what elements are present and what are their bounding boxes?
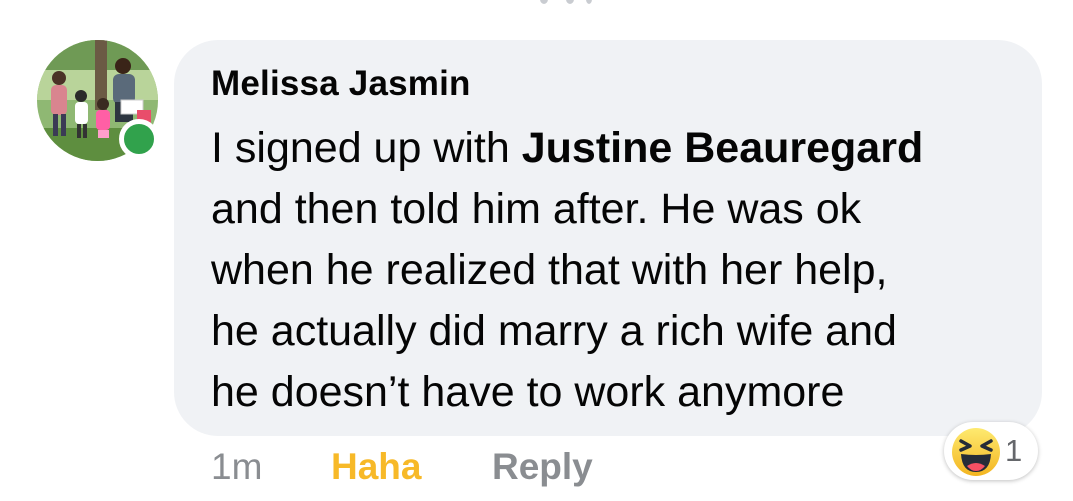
comment-screenshot: Melissa Jasmin I signed up with Justine …: [0, 0, 1073, 501]
comment-line: when he realized that with her help,: [211, 246, 888, 294]
reaction-avatar-fragment: [540, 0, 548, 4]
comment-text: I signed up with Justine Beauregard and …: [211, 118, 1011, 423]
comment-line: I signed up with Justine Beauregard: [211, 118, 1011, 179]
reaction-avatar-fragment: [586, 0, 592, 4]
reaction-count: 1: [1005, 433, 1023, 468]
comment-author-name[interactable]: Melissa Jasmin: [211, 64, 471, 104]
comment-line-text: I signed up with: [211, 124, 522, 172]
comment-line: and then told him after. He was ok: [211, 185, 862, 233]
mentioned-user-link[interactable]: Justine Beauregard: [522, 124, 923, 172]
haha-emoji-icon: [952, 428, 1000, 476]
haha-reaction-button[interactable]: Haha: [331, 446, 421, 488]
comment-line: he actually did marry a rich wife and: [211, 307, 897, 355]
comment-line: he doesn’t have to work anymore: [211, 368, 845, 416]
reaction-avatar-fragment: [566, 0, 574, 4]
reaction-summary[interactable]: 1: [944, 422, 1038, 480]
comment-timestamp[interactable]: 1m: [211, 446, 262, 488]
reply-button[interactable]: Reply: [492, 446, 593, 488]
online-status-indicator: [119, 119, 159, 159]
